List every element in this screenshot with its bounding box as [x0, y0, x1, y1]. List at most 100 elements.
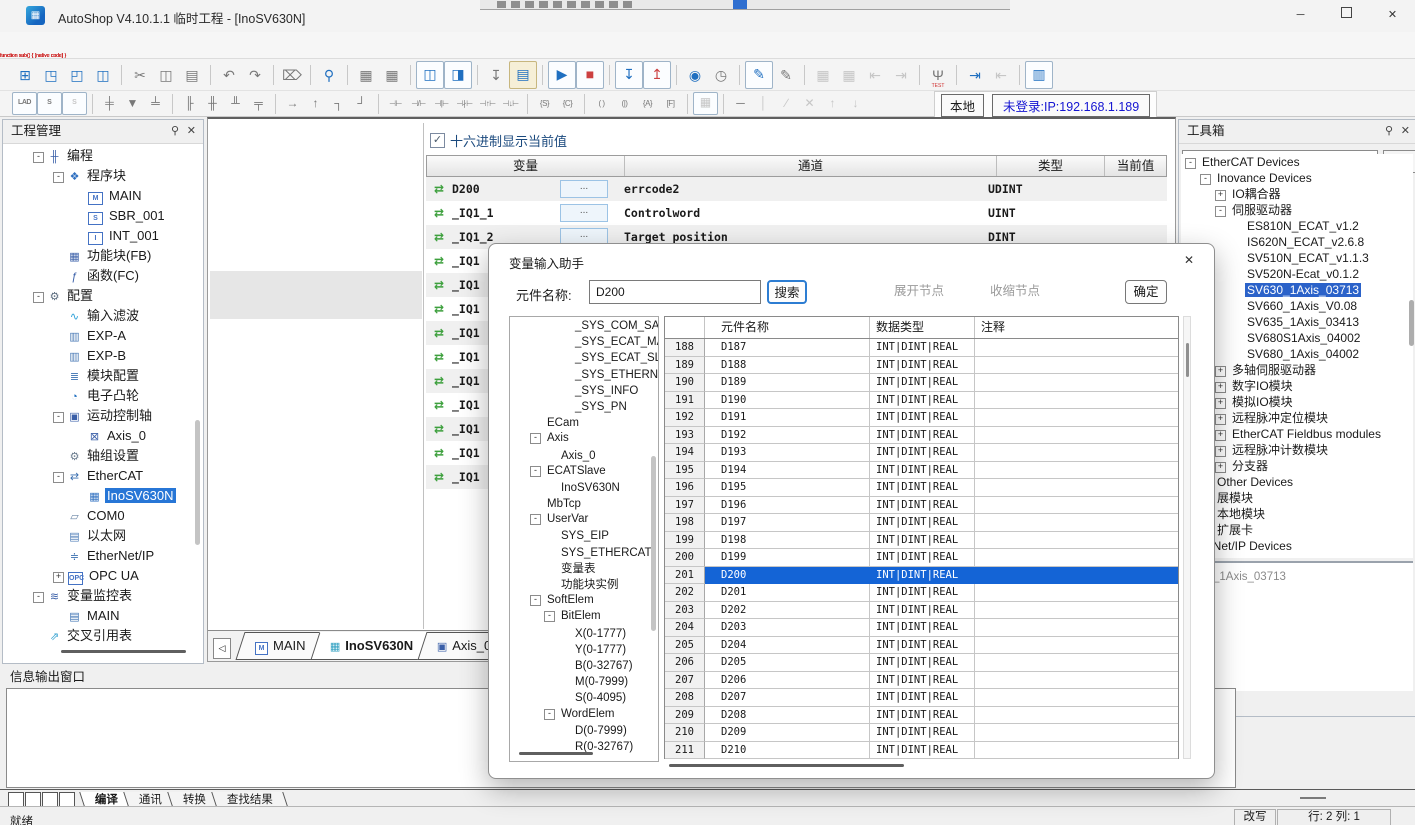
v-line-tool-button[interactable]: │ — [752, 93, 775, 114]
inverted-coil-button[interactable]: (|) — [613, 93, 636, 114]
collapse-nodes-button[interactable]: 收缩节点 — [983, 280, 1047, 304]
paste-button[interactable]: ▤ — [179, 62, 205, 88]
run-button[interactable]: ▶ — [548, 61, 576, 89]
pin-icon[interactable]: ⚲ — [1385, 120, 1393, 143]
set-instruction-button[interactable]: {S} — [533, 93, 556, 114]
element-row[interactable]: 197 D196 INT|DINT|REAL — [665, 497, 1178, 515]
element-tree-item[interactable]: D(0-7999) — [510, 722, 658, 738]
insert-cell-button[interactable]: ╟ — [178, 93, 201, 114]
device-tree-item[interactable]: +数字IO模块 — [1181, 378, 1413, 394]
tree-item[interactable]: MMAIN — [3, 186, 189, 206]
dialog-close-button[interactable]: ✕ — [1180, 251, 1198, 269]
up-line-button[interactable]: ↑ — [304, 93, 327, 114]
element-row[interactable]: 196 D195 INT|DINT|REAL — [665, 479, 1178, 497]
element-tree-item[interactable]: SYS_ETHERCAT — [510, 544, 658, 560]
column-channel[interactable]: 通道 — [625, 156, 997, 176]
variable-table-button[interactable]: ▤ — [509, 61, 537, 89]
tree-item[interactable]: -▣运动控制轴 — [3, 406, 189, 426]
sfc-view-button[interactable]: S — [37, 92, 62, 115]
device-tree-item[interactable]: -EtherCAT Devices — [1181, 154, 1413, 170]
expander-icon[interactable]: + — [1215, 430, 1226, 441]
expander-icon[interactable]: + — [1215, 462, 1226, 473]
test-button[interactable]: ΨTEST — [925, 62, 951, 88]
element-tree-item[interactable]: -Axis — [510, 430, 658, 446]
local-mode-button[interactable]: 本地 — [941, 94, 984, 117]
expander-icon[interactable]: + — [53, 572, 64, 583]
element-tree-item[interactable]: SYS_EIP — [510, 527, 658, 543]
element-name-input[interactable]: D200 — [589, 280, 761, 304]
element-row[interactable]: 194 D193 INT|DINT|REAL — [665, 444, 1178, 462]
io-mapping-row[interactable]: ⇄ _IQ1_1 ... Controlword UINT — [426, 201, 1167, 225]
element-row[interactable]: 201 D200 INT|DINT|REAL — [665, 567, 1178, 585]
expander-icon[interactable]: + — [1215, 190, 1226, 201]
delete-row-button[interactable]: ╧ — [144, 93, 167, 114]
expander-icon[interactable]: + — [1215, 446, 1226, 457]
expander-icon[interactable]: - — [53, 172, 64, 183]
device-tree-item[interactable]: 本地模块 — [1181, 506, 1413, 522]
element-row[interactable]: 210 D209 INT|DINT|REAL — [665, 724, 1178, 742]
expander-icon[interactable]: + — [1215, 366, 1226, 377]
device-tree-item[interactable]: -伺服驱动器 — [1181, 202, 1413, 218]
delete-button[interactable]: ⌦ — [279, 62, 305, 88]
device-tree-item[interactable]: 扩展卡 — [1181, 522, 1413, 538]
h-line-tool-button[interactable]: ─ — [729, 93, 752, 114]
save-all-button[interactable]: ◫ — [90, 62, 116, 88]
cut-button[interactable]: ✂ — [127, 62, 153, 88]
column-index[interactable] — [665, 317, 705, 338]
expander-icon[interactable]: - — [1200, 174, 1211, 185]
tree-item[interactable]: ∿输入滤波 — [3, 306, 189, 326]
column-current-value[interactable]: 当前值 — [1105, 156, 1166, 176]
device-tree-item[interactable]: Other Devices — [1181, 474, 1413, 490]
rising-edge-contact-button[interactable]: ⊣↑⊢ — [476, 93, 499, 114]
tree-item[interactable]: +OPCOPC UA — [3, 566, 189, 586]
slash-delete-button[interactable]: ∕ — [775, 93, 798, 114]
instruction-block-button[interactable]: ▦ — [693, 92, 718, 115]
element-tree-item[interactable]: _SYS_INFO — [510, 382, 658, 398]
force-table-button[interactable]: ▦ — [810, 62, 836, 88]
tree-item[interactable]: SSBR_001 — [3, 206, 189, 226]
element-tree-hscrollbar[interactable] — [519, 752, 593, 755]
tree-item[interactable]: ▱COM0 — [3, 506, 189, 526]
device-tree-item[interactable]: +远程脉冲计数模块 — [1181, 442, 1413, 458]
config-nav-item[interactable] — [210, 175, 422, 223]
element-row[interactable]: 191 D190 INT|DINT|REAL — [665, 392, 1178, 410]
column-data-type[interactable]: 数据类型 — [870, 317, 975, 338]
undo-button[interactable]: ↶ — [216, 62, 242, 88]
maximize-button[interactable] — [1324, 0, 1369, 31]
dialog-title[interactable]: 变量输入助手 — [509, 253, 584, 272]
new-project-button[interactable]: ⊞ — [12, 62, 38, 88]
config-nav-item[interactable] — [210, 271, 422, 319]
channel-picker-button[interactable]: ... — [560, 204, 608, 222]
tree-item[interactable]: ▥EXP-B — [3, 346, 189, 366]
lad-view-button[interactable]: LAD — [12, 92, 37, 115]
device-panel-button[interactable]: ▥ — [1025, 61, 1053, 89]
tree-item[interactable]: ⇗交叉引用表 — [3, 626, 189, 646]
tree-item[interactable]: ◔电子凸轮 — [3, 386, 189, 406]
output-coil-button[interactable]: ( ) — [590, 93, 613, 114]
device-tree-item[interactable]: +多轴伺服驱动器 — [1181, 362, 1413, 378]
close-panel-icon[interactable]: ✕ — [1401, 120, 1410, 143]
channel-picker-button[interactable]: ... — [560, 180, 608, 198]
element-tree-item[interactable]: -ECATSlave — [510, 463, 658, 479]
insert-row-button[interactable]: ╪ — [98, 93, 121, 114]
element-row[interactable]: 190 D189 INT|DINT|REAL — [665, 374, 1178, 392]
tree-item[interactable]: ▥EXP-A — [3, 326, 189, 346]
expander-icon[interactable]: - — [33, 152, 44, 163]
toolbox-vscrollbar[interactable] — [1409, 300, 1414, 346]
upload-button[interactable]: ↥ — [643, 61, 671, 89]
tree-item[interactable]: ▦InoSV630N — [3, 486, 189, 506]
application-instruction-button[interactable]: {A} — [636, 93, 659, 114]
move-left-button[interactable]: ⇤ — [862, 62, 888, 88]
login-button[interactable]: ⇥ — [962, 62, 988, 88]
device-tree-item[interactable]: SV635_1Axis_03413 — [1181, 314, 1413, 330]
no-contact-button[interactable]: ⊣⊢ — [384, 93, 407, 114]
element-row[interactable]: 207 D206 INT|DINT|REAL — [665, 672, 1178, 690]
project-tree-vscrollbar[interactable] — [195, 420, 200, 545]
device-tree-item[interactable]: +分支器 — [1181, 458, 1413, 474]
tree-item[interactable]: -╫编程 — [3, 146, 189, 166]
column-type[interactable]: 类型 — [997, 156, 1105, 176]
export-window-button[interactable]: ◨ — [444, 61, 472, 89]
element-tree-item[interactable]: _SYS_COM_SAV — [510, 317, 658, 333]
project-tree-hscrollbar[interactable] — [61, 650, 186, 653]
open-project-button[interactable]: ◳ — [38, 62, 64, 88]
